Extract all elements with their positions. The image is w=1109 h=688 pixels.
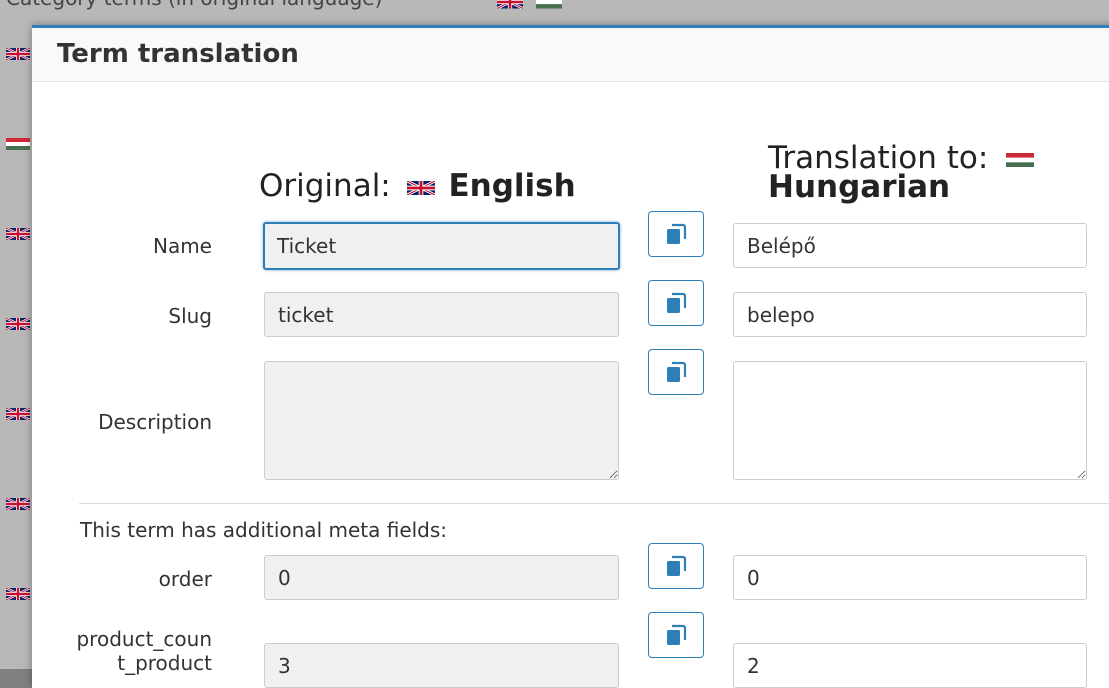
dialog-header: Term translation [32,28,1109,82]
translation-heading: Translation to: Hungarian [768,143,1034,205]
hungary-flag-icon[interactable] [6,135,30,153]
order-translation-input[interactable] [733,555,1087,600]
copy-icon [664,221,688,247]
original-heading: Original: English [259,171,576,202]
copy-icon [664,622,688,648]
description-label: Description [98,410,212,434]
copy-description-button[interactable] [648,349,704,395]
translation-language: Hungarian [768,169,951,205]
copy-icon [664,359,688,385]
original-language: English [448,168,576,204]
background-header-flags [497,0,562,14]
order-original-input[interactable] [264,555,619,600]
product-count-label: product_count_product [76,627,212,675]
copy-icon [664,553,688,579]
hungary-flag-icon [1006,150,1034,170]
term-translation-dialog: Term translation Original: English Trans… [32,25,1109,688]
product-count-translation-input[interactable] [733,643,1087,688]
copy-slug-button[interactable] [648,280,704,326]
order-label: order [158,567,212,591]
copy-icon [664,290,688,316]
section-divider [79,503,1109,504]
copy-product-count-button[interactable] [648,612,704,658]
description-translation-textarea[interactable] [733,361,1087,480]
uk-flag-icon[interactable] [6,496,30,512]
hungary-flag-icon [536,0,562,10]
product-count-original-input[interactable] [264,643,619,688]
uk-flag-icon[interactable] [6,46,30,62]
copy-name-button[interactable] [648,211,704,257]
description-original-textarea[interactable] [264,361,619,480]
background-header: Category terms (in original language) [6,0,382,10]
name-original-input[interactable] [263,222,620,270]
meta-fields-note: This term has additional meta fields: [80,518,448,542]
dialog-title: Term translation [57,39,299,69]
uk-flag-icon [407,179,435,197]
name-translation-input[interactable] [733,223,1087,268]
original-prefix: Original: [259,168,391,204]
slug-original-input[interactable] [264,292,619,337]
slug-translation-input[interactable] [733,292,1087,337]
uk-flag-icon [497,0,523,10]
copy-order-button[interactable] [648,543,704,589]
name-label: Name [152,234,212,258]
slug-label: Slug [168,304,212,328]
